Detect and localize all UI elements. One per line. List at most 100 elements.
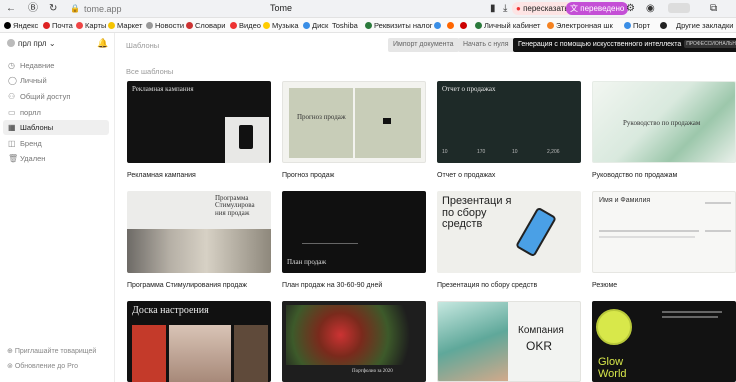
bookmark-item[interactable]: Маркет — [108, 20, 142, 31]
template-title: Портфолио за 2020 — [352, 369, 393, 374]
bell-icon[interactable]: 🔔 — [97, 38, 108, 49]
sidebar-item-label: Удален — [20, 154, 46, 163]
template-card-sales-forecast[interactable]: Прогноз продаж — [282, 81, 426, 163]
upgrade-link[interactable]: ⊚ Обновление до Pro — [7, 362, 78, 370]
retell-label: пересказать — [523, 4, 569, 13]
grid-icon: ▦ — [8, 123, 16, 132]
template-title: Руководство по продажам — [623, 119, 701, 127]
site-icon — [434, 22, 441, 29]
template-subtitle: OKR — [526, 339, 553, 353]
sidebar-item-shared[interactable]: ⚇ Общий доступ — [3, 89, 109, 104]
extensions-icon[interactable]: ⧉ — [710, 3, 717, 15]
bookmark-item[interactable]: Реквизиты налог — [365, 20, 433, 31]
bookmark-label: Почта — [52, 21, 73, 30]
template-card-ad-campaign[interactable]: Рекламная кампания — [127, 81, 271, 163]
bookmark-item[interactable]: Словари — [186, 20, 225, 31]
sidebar-item-folder[interactable]: ▭ порлл — [3, 105, 109, 120]
import-document-button[interactable]: Импорт документа — [388, 38, 459, 52]
avatar-icon[interactable]: ◉ — [646, 3, 655, 15]
template-card-sales-guide[interactable]: Руководство по продажам — [592, 81, 736, 163]
template-card-fundraising[interactable]: Презентаци я по сбору средств — [437, 191, 581, 273]
phone-icon — [239, 125, 253, 149]
template-title: Программа Стимулирова ния продаж — [215, 194, 255, 217]
logo-mark-icon — [383, 118, 391, 124]
bookmark-item[interactable]: Личный кабинет — [475, 20, 540, 31]
stat-value: 10 — [442, 149, 448, 155]
timeline-line — [302, 243, 358, 244]
video-icon — [230, 22, 237, 29]
stat-value: 2,206 — [547, 149, 560, 155]
text-line — [599, 230, 699, 232]
phone-icon — [514, 206, 558, 258]
bookmark-item[interactable]: Toshiba — [332, 20, 358, 31]
avatar — [7, 39, 15, 47]
site-icon — [460, 22, 467, 29]
bookmark-item[interactable]: Диск — [303, 20, 328, 31]
invite-link[interactable]: ⊕ Приглашайте товарищей — [7, 347, 96, 355]
upgrade-icon: ⊚ — [7, 363, 15, 370]
template-card-glow-world[interactable]: Glow World — [592, 301, 736, 382]
sidebar-item-trash[interactable]: 🗑 Удален — [3, 151, 109, 166]
bookmarks-bar: Яндекс Почта Карты Маркет Новости Словар… — [0, 18, 736, 33]
text-line — [705, 202, 731, 204]
account-switcher[interactable]: прл прл ⌄ — [7, 39, 56, 48]
bookmark-item[interactable]: Яндекс — [4, 20, 38, 31]
sidebar-item-label: порлл — [20, 108, 41, 117]
bookmark-item[interactable]: Почта — [43, 20, 73, 31]
bookmark-item[interactable] — [434, 20, 443, 31]
template-card-portfolio[interactable]: Портфолио за 2020 — [282, 301, 426, 382]
profile-chip[interactable] — [668, 3, 690, 13]
forecast-panel — [289, 88, 353, 158]
reload-icon[interactable]: ↻ — [49, 3, 57, 15]
template-caption: План продаж на 30-60-90 дней — [282, 282, 383, 289]
users-icon: ⚇ — [8, 92, 16, 101]
portal-icon — [624, 22, 631, 29]
bookmark-label: Личный кабинет — [484, 21, 541, 30]
retell-extension-button[interactable]: ● пересказать — [512, 2, 573, 15]
sidebar-item-templates[interactable]: ▦ Шаблоны — [3, 120, 109, 135]
bookmark-item[interactable]: Музыка — [263, 20, 299, 31]
bookmark-icon[interactable]: ▮ — [490, 3, 496, 15]
back-arrow-icon[interactable]: ← — [6, 3, 16, 15]
bookmark-item[interactable] — [460, 20, 469, 31]
template-card-sales-report[interactable]: Отчет о продажах 10 170 10 2,206 — [437, 81, 581, 163]
template-card-sales-incentive[interactable]: Программа Стимулирова ния продаж — [127, 191, 271, 273]
mood-photo-image — [169, 325, 231, 382]
address-bar[interactable]: 🔒 tome.app — [70, 2, 230, 16]
breadcrumb: Шаблоны — [126, 41, 160, 50]
download-icon[interactable]: ⤓ — [503, 3, 507, 15]
other-bookmarks[interactable]: Другие закладки — [676, 20, 733, 31]
sidebar-item-recent[interactable]: ◷ Недавние — [3, 58, 109, 73]
ai-generate-label: Генерация с помощью искусственного интел… — [518, 41, 682, 48]
maps-icon — [76, 22, 83, 29]
lemon-icon — [596, 309, 632, 345]
account-name: прл прл — [18, 39, 47, 48]
ai-generate-button[interactable]: Генерация с помощью искусственного интел… — [513, 38, 736, 52]
market-icon — [108, 22, 115, 29]
sidebar-item-brand[interactable]: ◫ Бренд — [3, 136, 109, 151]
chevron-down-icon: ⌄ — [48, 39, 56, 48]
settings-gear-icon[interactable]: ⚙ — [626, 3, 635, 15]
start-from-scratch-button[interactable]: Начать с нуля — [458, 38, 514, 52]
music-icon — [263, 22, 270, 29]
template-card-resume[interactable]: Имя и Фамилия — [592, 191, 736, 273]
browser-logo-icon[interactable]: Ⓑ — [28, 3, 38, 15]
brand-icon: ◫ — [8, 139, 16, 148]
bookmark-item[interactable]: Электронная шк — [547, 20, 613, 31]
bookmark-item[interactable]: Видео — [230, 20, 261, 31]
bookmark-item[interactable]: Карты — [76, 20, 106, 31]
template-card-okr[interactable]: Компания OKR — [437, 301, 581, 382]
translate-extension-button[interactable]: 文 переведено — [566, 2, 629, 15]
trash-icon: 🗑 — [8, 154, 19, 163]
template-card-sales-plan[interactable]: План продаж — [282, 191, 426, 273]
user-icon: ◯ — [8, 76, 17, 85]
tab-title: Tome — [270, 3, 293, 13]
bookmark-item[interactable]: Порт — [624, 20, 650, 31]
bookmark-item[interactable] — [447, 20, 456, 31]
bookmark-item[interactable]: Новости — [146, 20, 184, 31]
bookmark-item[interactable] — [660, 20, 669, 31]
sidebar-item-personal[interactable]: ◯ Личный — [3, 73, 109, 88]
template-caption: Презентация по сбору средств — [437, 282, 538, 289]
template-card-mood-board[interactable]: Доска настроения — [127, 301, 271, 382]
bookmark-label: Яндекс — [13, 21, 39, 30]
